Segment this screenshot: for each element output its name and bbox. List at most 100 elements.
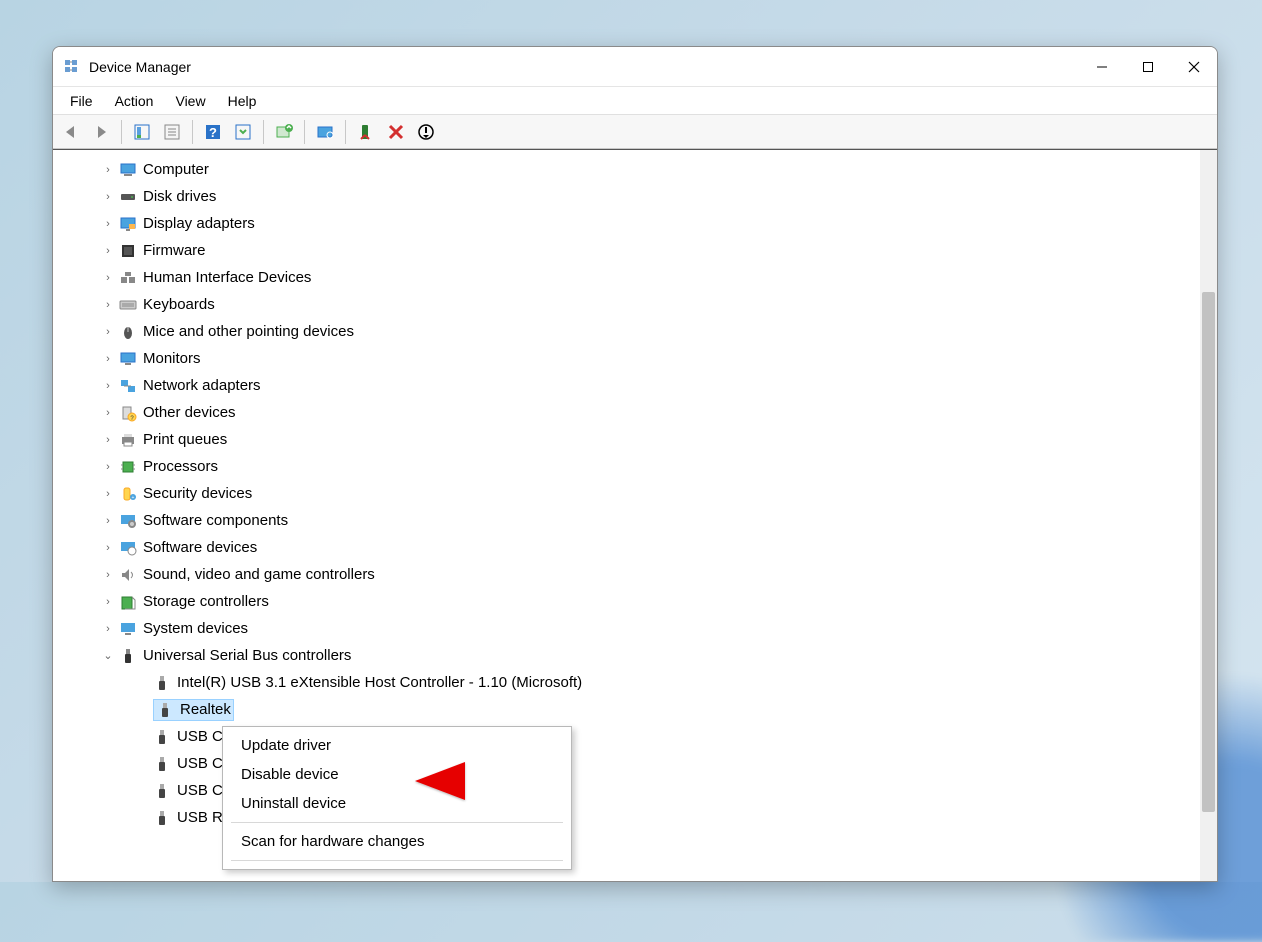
tree-item-label: Realtek xyxy=(180,701,231,718)
chevron-right-icon[interactable]: › xyxy=(101,380,115,392)
tree-item-label: Disk drives xyxy=(143,188,216,205)
menu-action[interactable]: Action xyxy=(104,89,165,113)
help-button[interactable]: ? xyxy=(199,118,227,146)
chevron-right-icon[interactable]: › xyxy=(101,596,115,608)
menu-file[interactable]: File xyxy=(59,89,104,113)
window-title: Device Manager xyxy=(89,59,191,75)
chevron-right-icon[interactable]: › xyxy=(101,164,115,176)
menu-view[interactable]: View xyxy=(164,89,216,113)
chevron-right-icon[interactable]: › xyxy=(101,569,115,581)
tree-item[interactable]: ›Display adapters xyxy=(69,210,1200,237)
usb-dev-icon xyxy=(153,782,171,800)
maximize-button[interactable] xyxy=(1125,47,1171,87)
app-icon xyxy=(63,58,81,76)
chevron-right-icon[interactable]: › xyxy=(101,515,115,527)
scan-hardware-button[interactable] xyxy=(311,118,339,146)
action-icon xyxy=(234,123,252,141)
tree-item[interactable]: › Software components xyxy=(69,507,1200,534)
show-hide-console-button[interactable] xyxy=(128,118,156,146)
tree-item[interactable]: ⌄ Universal Serial Bus controllers xyxy=(69,642,1200,669)
forward-button[interactable] xyxy=(87,118,115,146)
chevron-right-icon[interactable]: › xyxy=(101,488,115,500)
processor-icon xyxy=(119,458,137,476)
action-menu-button[interactable] xyxy=(229,118,257,146)
forward-arrow-icon xyxy=(92,123,110,141)
usb-icon xyxy=(119,647,137,665)
back-button[interactable] xyxy=(57,118,85,146)
tree-item[interactable]: › Software devices xyxy=(69,534,1200,561)
chevron-down-icon[interactable]: ⌄ xyxy=(101,649,115,662)
update-driver-button[interactable] xyxy=(270,118,298,146)
tree-item[interactable]: ›+Security devices xyxy=(69,480,1200,507)
tree-item[interactable]: › Disk drives xyxy=(69,183,1200,210)
properties-button[interactable] xyxy=(158,118,186,146)
scrollbar-thumb[interactable] xyxy=(1202,292,1215,812)
tree-item[interactable]: ›Computer xyxy=(69,156,1200,183)
ctx-disable-device[interactable]: Disable device xyxy=(223,760,571,789)
tree-item[interactable]: ›Firmware xyxy=(69,237,1200,264)
ctx-update-driver[interactable]: Update driver xyxy=(223,731,571,760)
tree-item[interactable]: ›Processors xyxy=(69,453,1200,480)
tree-item-label: Monitors xyxy=(143,350,201,367)
menu-bar: File Action View Help xyxy=(53,87,1217,115)
tree-item-label: System devices xyxy=(143,620,248,637)
firmware-icon xyxy=(119,242,137,260)
uninstall-device-button[interactable] xyxy=(382,118,410,146)
tree-item-label: Software devices xyxy=(143,539,257,556)
chevron-right-icon[interactable]: › xyxy=(101,353,115,365)
chevron-right-icon[interactable]: › xyxy=(101,461,115,473)
tree-item-label: Software components xyxy=(143,512,288,529)
chevron-right-icon[interactable]: › xyxy=(101,434,115,446)
tree-item[interactable]: ›Keyboards xyxy=(69,291,1200,318)
tree-item[interactable]: Intel(R) USB 3.1 eXtensible Host Control… xyxy=(69,669,1200,696)
tree-item[interactable]: Realtek xyxy=(69,696,1200,723)
tree-item[interactable]: › Monitors xyxy=(69,345,1200,372)
ctx-separator xyxy=(231,822,563,823)
keyboard-icon xyxy=(119,296,137,314)
menu-help[interactable]: Help xyxy=(217,89,268,113)
chevron-right-icon[interactable]: › xyxy=(101,299,115,311)
close-button[interactable] xyxy=(1171,47,1217,87)
usb-dev-icon xyxy=(153,755,171,773)
minimize-button[interactable] xyxy=(1079,47,1125,87)
chevron-right-icon[interactable]: › xyxy=(101,542,115,554)
chevron-right-icon[interactable]: › xyxy=(101,326,115,338)
enable-device-button[interactable] xyxy=(352,118,380,146)
tree-item[interactable]: › System devices xyxy=(69,615,1200,642)
back-arrow-icon xyxy=(62,123,80,141)
scrollbar[interactable] xyxy=(1200,150,1217,881)
separator xyxy=(263,120,264,144)
chevron-right-icon[interactable]: › xyxy=(101,407,115,419)
minimize-icon xyxy=(1096,61,1108,73)
software-dev-icon xyxy=(119,539,137,557)
toolbar: ? xyxy=(53,115,1217,149)
disable-device-button[interactable] xyxy=(412,118,440,146)
chevron-right-icon[interactable]: › xyxy=(101,191,115,203)
tree-item-label: Universal Serial Bus controllers xyxy=(143,647,351,664)
tree-item[interactable]: ›Print queues xyxy=(69,426,1200,453)
tree-item[interactable]: › Sound, video and game controllers xyxy=(69,561,1200,588)
tree-item[interactable]: ›?Other devices xyxy=(69,399,1200,426)
tree-item-label: Network adapters xyxy=(143,377,261,394)
tree-item[interactable]: ›Human Interface Devices xyxy=(69,264,1200,291)
tree-item-label: Intel(R) USB 3.1 eXtensible Host Control… xyxy=(177,674,582,691)
computer-icon xyxy=(119,161,137,179)
chevron-right-icon[interactable]: › xyxy=(101,623,115,635)
ctx-separator xyxy=(231,860,563,861)
ctx-uninstall-device[interactable]: Uninstall device xyxy=(223,789,571,818)
tree-item[interactable]: › Network adapters xyxy=(69,372,1200,399)
chevron-right-icon[interactable]: › xyxy=(101,245,115,257)
other-icon: ? xyxy=(119,404,137,422)
update-driver-icon xyxy=(275,123,293,141)
tree-item[interactable]: ›Mice and other pointing devices xyxy=(69,318,1200,345)
title-bar[interactable]: Device Manager xyxy=(53,47,1217,87)
tree-item-label: Sound, video and game controllers xyxy=(143,566,375,583)
disk-icon xyxy=(119,188,137,206)
ctx-scan-hardware[interactable]: Scan for hardware changes xyxy=(223,827,571,856)
chevron-right-icon[interactable]: › xyxy=(101,272,115,284)
chevron-right-icon[interactable]: › xyxy=(101,218,115,230)
svg-text:+: + xyxy=(132,495,135,501)
tree-item[interactable]: ›Storage controllers xyxy=(69,588,1200,615)
software-comp-icon xyxy=(119,512,137,530)
security-icon: + xyxy=(119,485,137,503)
